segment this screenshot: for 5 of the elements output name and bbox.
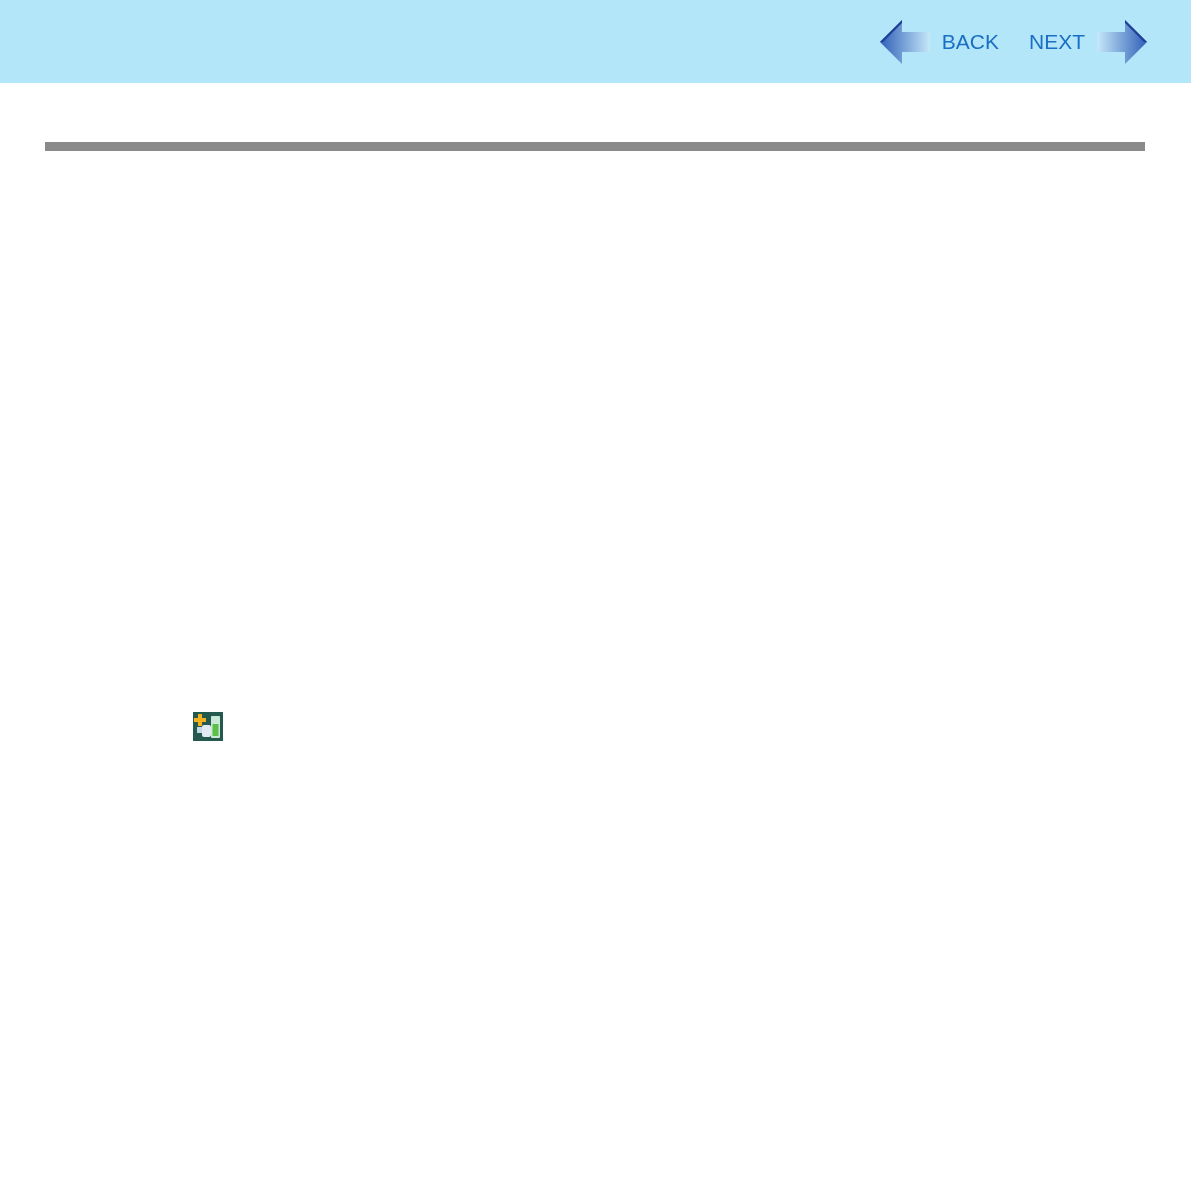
battery-plus-icon [193, 712, 223, 741]
right-arrow-icon [1097, 19, 1147, 64]
left-arrow-icon [879, 19, 930, 64]
next-link[interactable]: NEXT [1029, 19, 1147, 64]
back-link[interactable]: BACK [879, 19, 999, 64]
